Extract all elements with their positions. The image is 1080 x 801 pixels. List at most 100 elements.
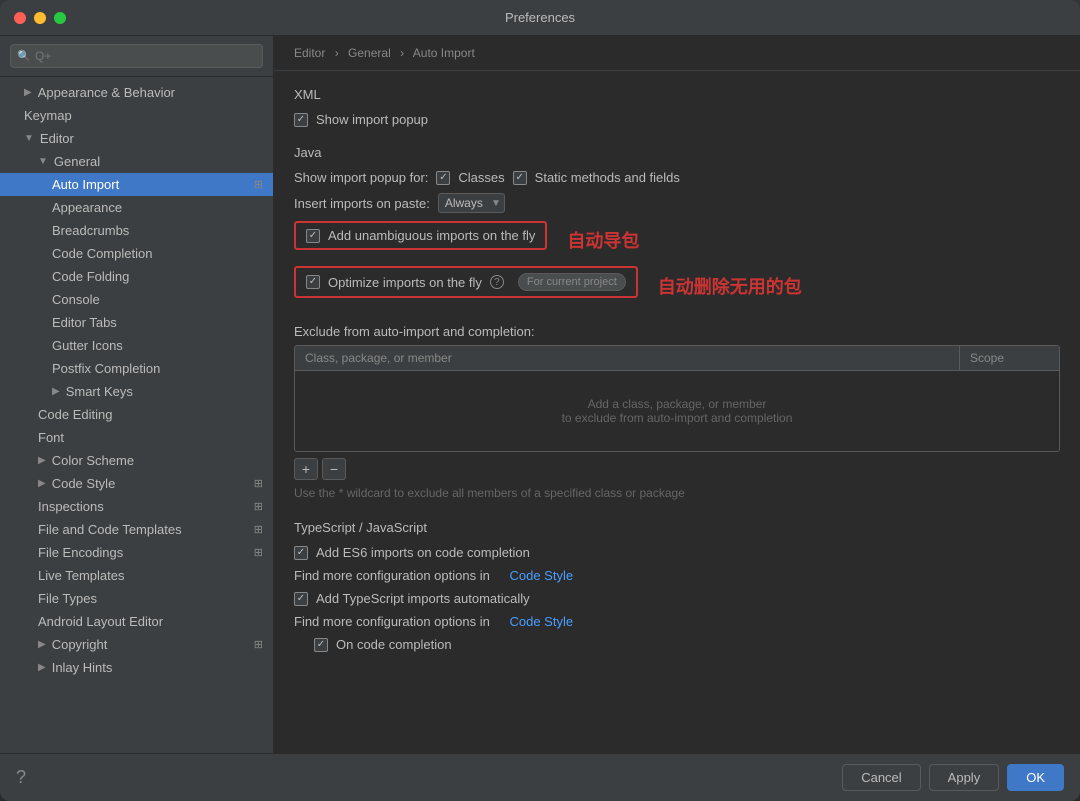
insert-imports-dropdown-wrapper: AlwaysAskNever ▼ <box>438 193 505 213</box>
add-unambiguous-checkbox[interactable] <box>306 229 320 243</box>
sidebar-item-code-editing[interactable]: Code Editing <box>0 403 273 426</box>
copy-icon: ⊞ <box>254 546 263 559</box>
on-code-completion-checkbox[interactable] <box>314 638 328 652</box>
window-title: Preferences <box>505 10 575 25</box>
close-button[interactable] <box>14 12 26 24</box>
sidebar-item-label: Smart Keys <box>66 384 133 399</box>
add-ts-row: Add TypeScript imports automatically <box>294 591 1060 606</box>
breadcrumb-part-2: General <box>348 46 391 60</box>
sidebar-item-file-encodings[interactable]: File Encodings ⊞ <box>0 541 273 564</box>
remove-exclude-button[interactable]: − <box>322 458 346 480</box>
sidebar-item-general[interactable]: ▼ General <box>0 150 273 173</box>
sidebar-item-label: Keymap <box>24 108 72 123</box>
search-input[interactable] <box>10 44 263 68</box>
sidebar-item-live-templates[interactable]: Live Templates <box>0 564 273 587</box>
static-methods-label: Static methods and fields <box>535 170 680 185</box>
content-scroll: XML Show import popup Java Show import p… <box>274 71 1080 753</box>
sidebar-item-file-code-templates[interactable]: File and Code Templates ⊞ <box>0 518 273 541</box>
sidebar-item-code-style[interactable]: ▶ Code Style ⊞ <box>0 472 273 495</box>
sidebar-item-label: Breadcrumbs <box>52 223 129 238</box>
chevron-down-icon: ▼ <box>24 133 34 144</box>
sidebar-item-file-types[interactable]: File Types <box>0 587 273 610</box>
breadcrumb: Editor › General › Auto Import <box>274 36 1080 71</box>
copy-icon: ⊞ <box>254 638 263 651</box>
find-more-1-text: Find more configuration options in <box>294 568 490 583</box>
sidebar-item-appearance-behavior[interactable]: ▶ Appearance & Behavior <box>0 81 273 104</box>
sidebar-item-label: Inspections <box>38 499 104 514</box>
sidebar-item-label: Auto Import <box>52 177 119 192</box>
sidebar-item-label: Gutter Icons <box>52 338 123 353</box>
sidebar-item-label: Code Folding <box>52 269 129 284</box>
help-icon[interactable]: ? <box>490 275 504 289</box>
sidebar-item-label: Postfix Completion <box>52 361 160 376</box>
sidebar-item-code-folding[interactable]: Code Folding <box>0 265 273 288</box>
code-style-link-2[interactable]: Code Style <box>509 614 573 629</box>
add-exclude-button[interactable]: + <box>294 458 318 480</box>
sidebar-item-label: Appearance <box>52 200 122 215</box>
footer: ? Cancel Apply OK <box>0 753 1080 801</box>
sidebar-item-label: Code Editing <box>38 407 112 422</box>
copy-icon: ⊞ <box>254 500 263 513</box>
xml-section: XML Show import popup <box>294 87 1060 127</box>
insert-imports-label: Insert imports on paste: <box>294 196 430 211</box>
search-box: 🔍 <box>0 36 273 77</box>
add-unambiguous-label: Add unambiguous imports on the fly <box>328 228 535 243</box>
sidebar-item-smart-keys[interactable]: ▶ Smart Keys <box>0 380 273 403</box>
xml-section-title: XML <box>294 87 1060 102</box>
code-style-link-1[interactable]: Code Style <box>509 568 573 583</box>
insert-imports-select[interactable]: AlwaysAskNever <box>438 193 505 213</box>
add-es6-checkbox[interactable] <box>294 546 308 560</box>
optimize-imports-box[interactable]: Optimize imports on the fly ? For curren… <box>294 266 638 298</box>
optimize-imports-checkbox[interactable] <box>306 275 320 289</box>
sidebar: 🔍 ▶ Appearance & Behavior Keymap ▼ Edito… <box>0 36 274 753</box>
sidebar-item-color-scheme[interactable]: ▶ Color Scheme <box>0 449 273 472</box>
traffic-lights <box>14 12 66 24</box>
sidebar-item-code-completion[interactable]: Code Completion <box>0 242 273 265</box>
sidebar-item-editor-tabs[interactable]: Editor Tabs <box>0 311 273 334</box>
breadcrumb-part-3: Auto Import <box>413 46 475 60</box>
table-col-class: Class, package, or member <box>295 346 959 370</box>
sidebar-item-inlay-hints[interactable]: ▶ Inlay Hints <box>0 656 273 679</box>
show-import-popup-for-label: Show import popup for: <box>294 170 428 185</box>
sidebar-item-keymap[interactable]: Keymap <box>0 104 273 127</box>
sidebar-item-postfix-completion[interactable]: Postfix Completion <box>0 357 273 380</box>
help-button[interactable]: ? <box>16 767 26 788</box>
static-methods-checkbox[interactable] <box>513 171 527 185</box>
sidebar-item-android-layout-editor[interactable]: Android Layout Editor <box>0 610 273 633</box>
table-actions: + − <box>294 458 1060 480</box>
sidebar-item-inspections[interactable]: Inspections ⊞ <box>0 495 273 518</box>
sidebar-item-font[interactable]: Font <box>0 426 273 449</box>
table-header: Class, package, or member Scope <box>295 346 1059 371</box>
add-unambiguous-annotation: 自动导包 <box>567 227 639 253</box>
sidebar-item-label: Code Style <box>52 476 116 491</box>
add-ts-checkbox[interactable] <box>294 592 308 606</box>
java-section-title: Java <box>294 145 1060 160</box>
classes-checkbox[interactable] <box>436 171 450 185</box>
search-wrapper: 🔍 <box>10 44 263 68</box>
maximize-button[interactable] <box>54 12 66 24</box>
add-unambiguous-box[interactable]: Add unambiguous imports on the fly <box>294 221 547 250</box>
add-es6-label: Add ES6 imports on code completion <box>316 545 530 560</box>
sidebar-item-auto-import[interactable]: Auto Import ⊞ <box>0 173 273 196</box>
apply-button[interactable]: Apply <box>929 764 1000 791</box>
cancel-button[interactable]: Cancel <box>842 764 920 791</box>
sidebar-item-breadcrumbs[interactable]: Breadcrumbs <box>0 219 273 242</box>
sidebar-item-label: Editor <box>40 131 74 146</box>
chevron-down-icon: ▼ <box>38 156 48 167</box>
add-ts-label: Add TypeScript imports automatically <box>316 591 530 606</box>
sidebar-item-console[interactable]: Console <box>0 288 273 311</box>
on-code-completion-row: On code completion <box>314 637 1060 652</box>
sidebar-item-appearance[interactable]: Appearance <box>0 196 273 219</box>
sidebar-item-gutter-icons[interactable]: Gutter Icons <box>0 334 273 357</box>
for-current-project-badge: For current project <box>518 273 626 291</box>
show-import-popup-checkbox[interactable] <box>294 113 308 127</box>
ok-button[interactable]: OK <box>1007 764 1064 791</box>
chevron-right-icon: ▶ <box>52 386 60 397</box>
chevron-right-icon: ▶ <box>38 639 46 650</box>
minimize-button[interactable] <box>34 12 46 24</box>
sidebar-item-copyright[interactable]: ▶ Copyright ⊞ <box>0 633 273 656</box>
exclude-table: Class, package, or member Scope Add a cl… <box>294 345 1060 452</box>
nav-tree: ▶ Appearance & Behavior Keymap ▼ Editor … <box>0 77 273 753</box>
sidebar-item-editor[interactable]: ▼ Editor <box>0 127 273 150</box>
chevron-right-icon: ▶ <box>38 662 46 673</box>
